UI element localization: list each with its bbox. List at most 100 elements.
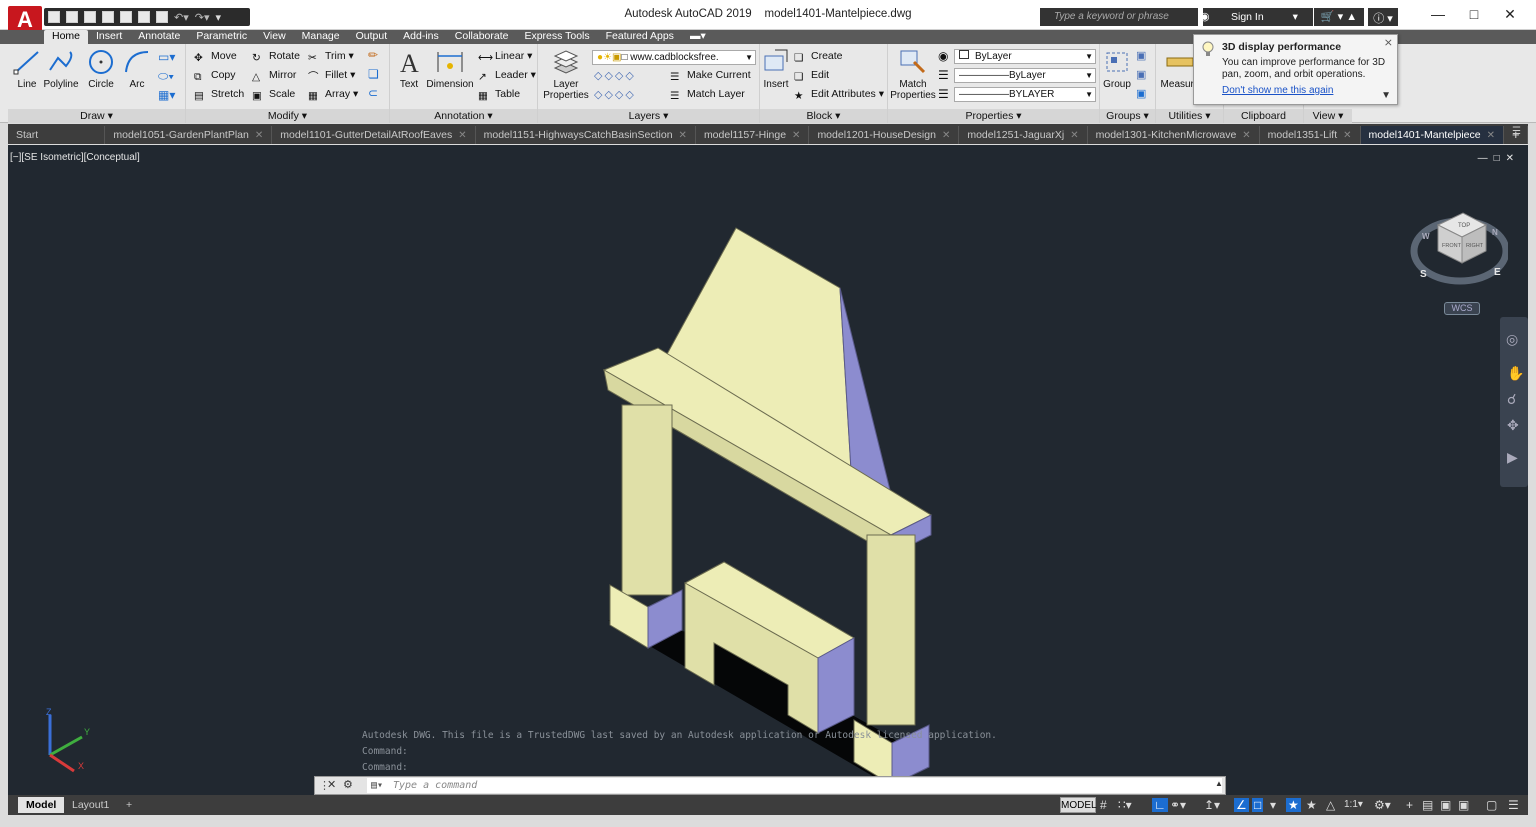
- layer-tools-row-1-icons[interactable]: ◇◇◇◇: [594, 69, 636, 82]
- edit-attributes-button[interactable]: ★ Edit Attributes ▾: [794, 86, 884, 102]
- erase-icon[interactable]: ✏: [368, 48, 378, 62]
- orbit-icon[interactable]: ✥: [1507, 417, 1519, 434]
- ribbon-tab-home[interactable]: Home: [44, 30, 89, 44]
- units-icon[interactable]: ▤: [1422, 798, 1433, 812]
- scale-button[interactable]: ▣ Scale: [252, 86, 295, 102]
- layout-tab-layout1[interactable]: Layout1: [64, 797, 117, 813]
- close-icon[interactable]: ⨯: [1384, 37, 1393, 49]
- auto-scale-icon[interactable]: ★: [1306, 798, 1317, 812]
- fillet-button[interactable]: ⌒ Fillet ▾: [308, 67, 355, 83]
- compass-east-label[interactable]: E: [1494, 267, 1501, 278]
- arc-button[interactable]: Arc: [120, 48, 154, 90]
- layer-tools-row-2-icons[interactable]: ◇◇◇◇: [594, 88, 636, 101]
- annotation-monitor-icon[interactable]: +: [1406, 798, 1413, 812]
- insert-button[interactable]: Insert: [760, 48, 792, 90]
- object-snap-tracking-icon[interactable]: ∠: [1234, 798, 1249, 812]
- ungroup-icon[interactable]: ▣: [1136, 49, 1146, 62]
- annotation-scale-value[interactable]: 1:1▾: [1344, 798, 1363, 812]
- make-current-button[interactable]: ☰ Make Current: [670, 67, 751, 83]
- group-button[interactable]: Group: [1100, 48, 1134, 90]
- clean-screen-icon[interactable]: ▢: [1486, 798, 1497, 812]
- close-tab-icon[interactable]: ✕: [679, 130, 687, 141]
- stretch-button[interactable]: ▤ Stretch: [194, 86, 244, 102]
- autodesk-app-store-button[interactable]: 🛒 ▾ ▲: [1314, 8, 1364, 26]
- layer-properties-button[interactable]: Layer Properties: [540, 48, 592, 101]
- command-history-toggle-icon[interactable]: ▲: [1215, 779, 1223, 788]
- quick-properties-icon[interactable]: ▣: [1440, 798, 1451, 812]
- group-selection-icon[interactable]: ▣: [1136, 87, 1146, 100]
- move-button[interactable]: ✥ Move: [194, 48, 237, 64]
- ribbon-tab-featured-apps[interactable]: Featured Apps: [598, 30, 682, 44]
- sign-in-button[interactable]: Sign In ▾: [1203, 8, 1313, 26]
- text-button[interactable]: A Text: [392, 48, 426, 90]
- file-tab[interactable]: model1251-JaguarXj ✕: [959, 126, 1088, 144]
- help-button[interactable]: ⓘ ▾: [1368, 8, 1398, 26]
- file-tab-overflow-icon[interactable]: ☰: [1512, 126, 1521, 137]
- recent-commands-icon[interactable]: ▤▾: [371, 778, 383, 793]
- close-tab-icon[interactable]: ✕: [458, 130, 466, 141]
- customize-wrench-icon[interactable]: ⚙: [343, 778, 353, 791]
- leader-button[interactable]: ↗ Leader ▾: [478, 67, 536, 83]
- compass-west-label[interactable]: W: [1422, 232, 1430, 241]
- layout-tab-model[interactable]: Model: [18, 797, 65, 813]
- binoculars-icon[interactable]: ◉: [1200, 10, 1210, 23]
- ribbon-tab-express-tools[interactable]: Express Tools: [516, 30, 597, 44]
- file-tab[interactable]: model1157-Hinge ✕: [696, 126, 810, 144]
- workspace-gear-icon[interactable]: ⚙▾: [1374, 798, 1391, 812]
- copy-button[interactable]: ⧉ Copy: [194, 67, 236, 83]
- file-tab-start[interactable]: Start: [8, 126, 106, 144]
- ortho-icon[interactable]: ∟: [1152, 798, 1168, 812]
- file-tab-active[interactable]: model1401-Mantelpiece ✕: [1360, 126, 1504, 144]
- viewcube-front-label[interactable]: FRONT: [1442, 243, 1462, 249]
- object-snap-icon[interactable]: □: [1252, 798, 1264, 812]
- hatch-icon[interactable]: ▦▾: [158, 88, 175, 102]
- close-window-button[interactable]: ✕: [1496, 6, 1524, 24]
- close-tab-icon[interactable]: ✕: [1242, 130, 1250, 141]
- annotation-panel-title[interactable]: Annotation ▾: [390, 109, 537, 123]
- ribbon-tab-parametric[interactable]: Parametric: [188, 30, 255, 44]
- maximize-button[interactable]: □: [1460, 6, 1488, 24]
- ribbon-tab-collaborate[interactable]: Collaborate: [447, 30, 517, 44]
- wcs-menu[interactable]: WCS: [1444, 302, 1480, 315]
- lineweight-dropdown[interactable]: —————BYLAYER ▼: [954, 87, 1096, 102]
- ribbon-tab-insert[interactable]: Insert: [88, 30, 130, 44]
- ribbon-tab-annotate[interactable]: Annotate: [130, 30, 188, 44]
- polar-tracking-icon[interactable]: ⚭▾: [1170, 798, 1186, 812]
- drawing-viewport[interactable]: [−][SE Isometric][Conceptual] —□✕ TOP FR…: [8, 145, 1528, 795]
- zoom-icon[interactable]: ☌: [1507, 391, 1516, 408]
- annotation-scale-icon[interactable]: △: [1326, 798, 1335, 812]
- properties-panel-title[interactable]: Properties ▾: [888, 109, 1099, 123]
- showmotion-icon[interactable]: ▶: [1507, 449, 1518, 466]
- create-block-button[interactable]: ❏ Create: [794, 48, 843, 64]
- layers-panel-title[interactable]: Layers ▾: [538, 109, 759, 123]
- group-edit-icon[interactable]: ▣: [1136, 68, 1146, 81]
- match-layer-button[interactable]: ☰ Match Layer: [670, 86, 745, 102]
- clipboard-panel-title[interactable]: Clipboard: [1224, 109, 1303, 123]
- file-tab[interactable]: model1351-Lift ✕: [1260, 126, 1361, 144]
- minimize-button[interactable]: —: [1424, 6, 1452, 24]
- close-tab-icon[interactable]: ✕: [255, 130, 263, 141]
- close-icon[interactable]: ✕: [327, 778, 336, 791]
- ribbon-tab-add-ins[interactable]: Add-ins: [395, 30, 447, 44]
- linear-button[interactable]: ⟷ Linear ▾: [478, 48, 532, 64]
- rotate-button[interactable]: ↻ Rotate: [252, 48, 300, 64]
- compass-south-label[interactable]: S: [1420, 269, 1427, 280]
- viewcube-right-label[interactable]: RIGHT: [1466, 243, 1484, 249]
- layer-dropdown[interactable]: ●☀▣□ www.cadblocksfree. ▼: [592, 50, 756, 65]
- offset-icon[interactable]: ⊂: [368, 86, 378, 100]
- close-tab-icon[interactable]: ✕: [1343, 130, 1351, 141]
- utilities-panel-title[interactable]: Utilities ▾: [1156, 109, 1223, 123]
- pan-icon[interactable]: ✋: [1507, 365, 1524, 382]
- ribbon-minimize-icon[interactable]: ▬▾: [682, 30, 714, 44]
- viewcube-top-label[interactable]: TOP: [1458, 223, 1470, 229]
- grid-icon[interactable]: #: [1100, 798, 1107, 812]
- modify-panel-title[interactable]: Modify ▾: [186, 109, 389, 123]
- object-snap-menu-icon[interactable]: ▾: [1270, 798, 1276, 812]
- ribbon-tab-output[interactable]: Output: [348, 30, 396, 44]
- line-button[interactable]: Line: [10, 48, 44, 90]
- compass-north-label[interactable]: N: [1492, 228, 1498, 237]
- file-tab[interactable]: model1151-HighwaysCatchBasinSection ✕: [476, 126, 696, 144]
- file-tab[interactable]: model1101-GutterDetailAtRoofEaves ✕: [272, 126, 476, 144]
- block-panel-title[interactable]: Block ▾: [760, 109, 887, 123]
- close-tab-icon[interactable]: ✕: [942, 130, 950, 141]
